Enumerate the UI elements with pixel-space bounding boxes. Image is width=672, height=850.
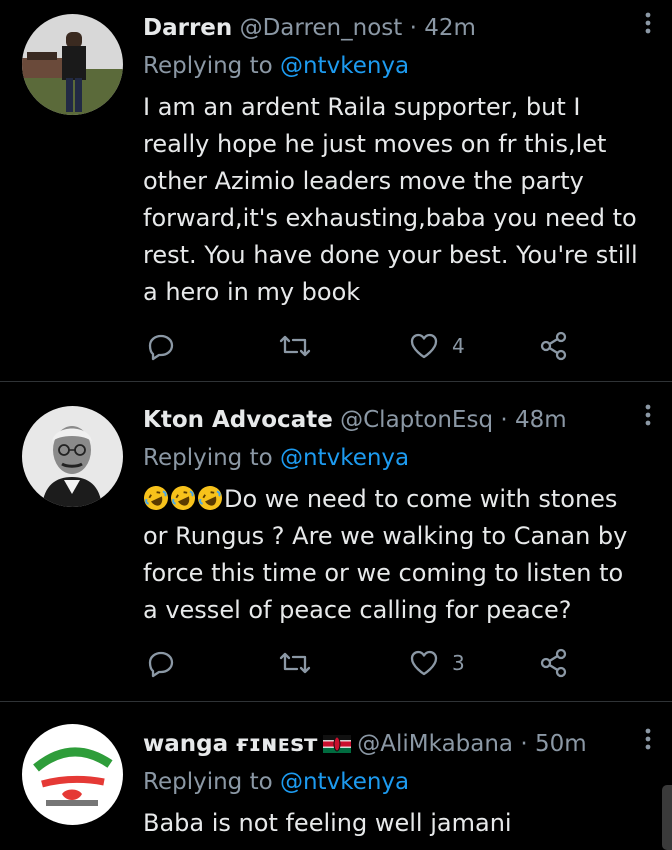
like-count: 4 <box>452 334 465 358</box>
like-count: 3 <box>452 651 465 675</box>
reply-icon <box>148 651 174 678</box>
avatar[interactable] <box>22 14 123 115</box>
scrollbar[interactable] <box>662 785 672 850</box>
retweet-button[interactable] <box>278 330 312 362</box>
rolling-laughing-emoji-icon <box>170 485 196 511</box>
tweet-text: Do we need to come with stones or Rungus… <box>143 481 655 629</box>
tweet-line: rest. You have done your best. You're st… <box>143 241 638 269</box>
like-button[interactable]: 4 <box>408 330 465 362</box>
kenya-flag-icon <box>323 731 352 753</box>
retweet-icon <box>279 652 311 674</box>
retweet-button[interactable] <box>278 647 312 679</box>
tweet-text: Baba is not feeling well jamani <box>143 805 655 842</box>
tweet-line-with-emoji: Do we need to come with stones <box>143 481 655 518</box>
tweet-line: force this time or we coming to listen t… <box>143 559 624 587</box>
share-icon <box>540 648 567 678</box>
tweet-line: really hope he just moves on fr this,let <box>143 130 607 158</box>
replying-to: Replying to @ntvkenya <box>143 51 409 81</box>
divider <box>0 381 672 382</box>
mention-link[interactable]: @ntvkenya <box>280 53 409 79</box>
rolling-laughing-emoji-icon <box>143 485 169 511</box>
more-icon[interactable] <box>636 401 660 431</box>
display-name[interactable]: Darren <box>143 15 232 41</box>
replying-to: Replying to @ntvkenya <box>143 767 409 797</box>
replying-prefix: Replying to <box>143 769 273 795</box>
mention-link[interactable]: @ntvkenya <box>280 445 409 471</box>
display-name[interactable]: wanga ғɪɴᴇsᴛ <box>143 731 317 757</box>
timestamp[interactable]: 50m <box>535 731 587 757</box>
tweet-header: Darren @Darren_nost · 42m <box>143 13 476 43</box>
reply-icon <box>148 334 174 361</box>
divider <box>0 701 672 702</box>
tweet-line: forward,it's exhausting,baba you need to <box>143 204 637 232</box>
mention-link[interactable]: @ntvkenya <box>280 769 409 795</box>
tweet-line: a hero in my book <box>143 278 361 306</box>
replying-prefix: Replying to <box>143 445 273 471</box>
tweet-text: I am an ardent Raila supporter, but I re… <box>143 89 655 311</box>
timestamp[interactable]: 48m <box>515 407 567 433</box>
timestamp[interactable]: 42m <box>424 15 476 41</box>
tweet-line: other Azimio leaders move the party <box>143 167 584 195</box>
like-icon <box>410 333 438 359</box>
tweet-actions: 3 <box>143 647 583 679</box>
tweet-actions: 4 <box>143 330 583 362</box>
rolling-laughing-emoji-icon <box>197 485 223 511</box>
more-icon[interactable] <box>636 725 660 755</box>
tweet-header: Kton Advocate @ClaptonEsq · 48m <box>143 405 567 435</box>
separator: · <box>520 731 528 757</box>
reply-button[interactable] <box>146 647 176 679</box>
replying-prefix: Replying to <box>143 53 273 79</box>
reply-button[interactable] <box>146 330 176 362</box>
like-icon <box>410 650 438 676</box>
separator: · <box>500 407 508 433</box>
avatar[interactable] <box>22 406 123 507</box>
tweet-line: I am an ardent Raila supporter, but I <box>143 93 581 121</box>
tweet-line: or Rungus ? Are we walking to Canan by <box>143 522 628 550</box>
handle[interactable]: @ClaptonEsq <box>340 407 493 433</box>
handle[interactable]: @AliMkabana <box>357 731 513 757</box>
share-icon <box>540 331 567 361</box>
more-icon[interactable] <box>636 9 660 39</box>
display-name[interactable]: Kton Advocate <box>143 407 333 433</box>
avatar[interactable] <box>22 724 123 825</box>
tweet-line: Do we need to come with stones <box>224 485 618 513</box>
separator: · <box>409 15 417 41</box>
like-button[interactable]: 3 <box>408 647 465 679</box>
share-button[interactable] <box>538 647 570 679</box>
retweet-icon <box>279 335 311 357</box>
replying-to: Replying to @ntvkenya <box>143 443 409 473</box>
share-button[interactable] <box>538 330 570 362</box>
handle[interactable]: @Darren_nost <box>240 15 403 41</box>
tweet-header: wanga ғɪɴᴇsᴛ @AliMkabana · 50m <box>143 729 587 759</box>
tweet-line: a vessel of peace calling for peace? <box>143 596 572 624</box>
tweet-line: Baba is not feeling well jamani <box>143 809 512 837</box>
